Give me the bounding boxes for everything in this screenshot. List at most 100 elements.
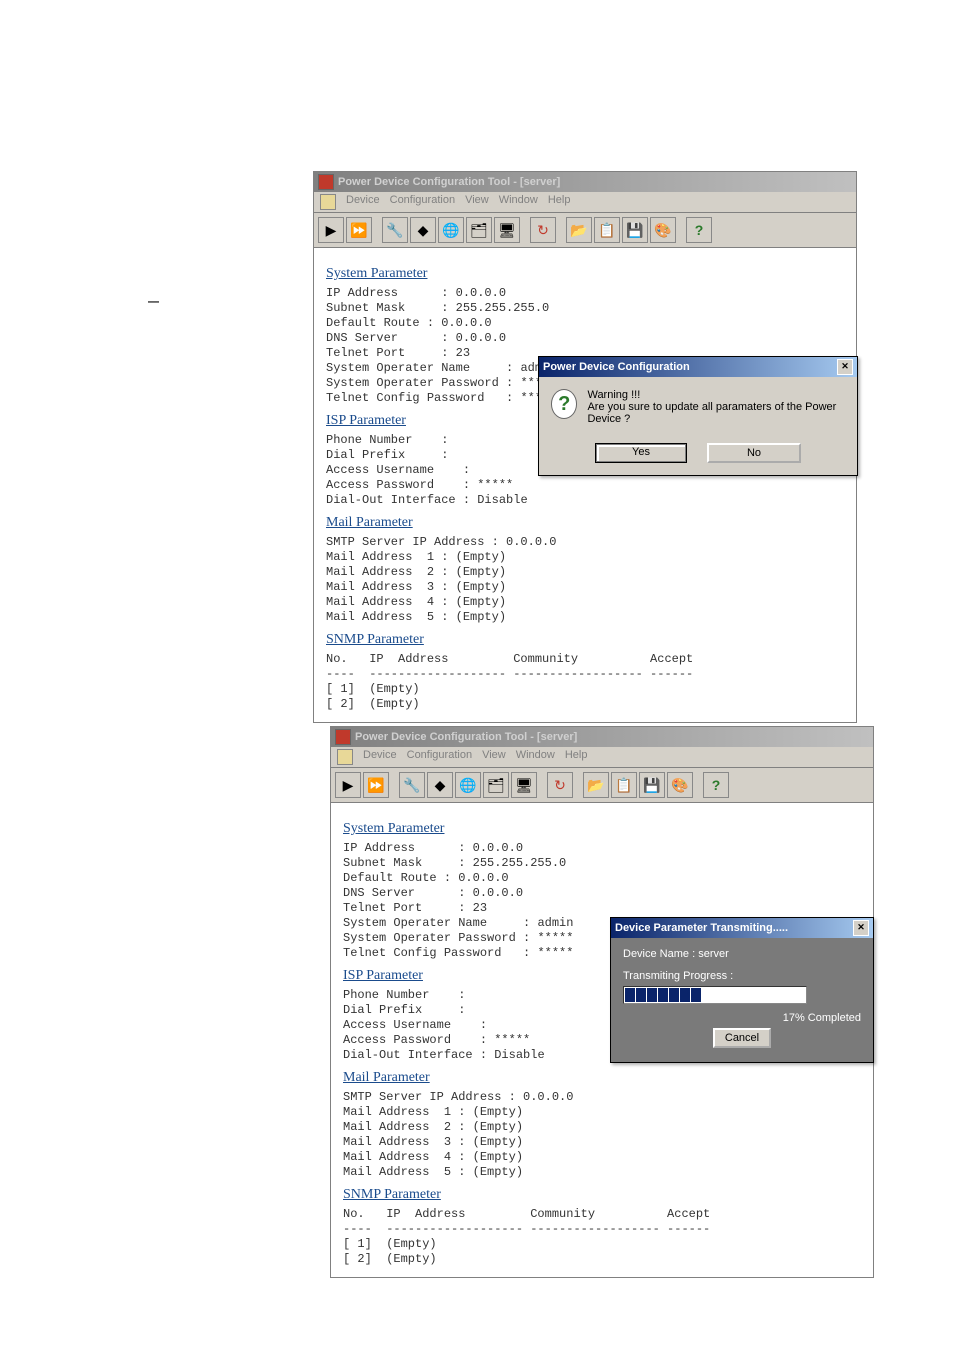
progress-label: Transmiting Progress : — [623, 970, 861, 982]
section-snmp: SNMP Parameter — [343, 1187, 861, 1203]
snmp-header: No. IP Address Community Accept — [343, 1207, 861, 1221]
question-icon: ? — [551, 389, 577, 419]
dialog-titlebar[interactable]: Device Parameter Transmiting..... ✕ — [611, 918, 873, 938]
toolbar-sep — [678, 218, 684, 242]
toolbar-sep — [558, 218, 564, 242]
menu-help[interactable]: Help — [565, 749, 588, 765]
subnet-row: Subnet Mask : 255.255.255.0 — [343, 856, 861, 870]
menu-device[interactable]: Device — [363, 749, 397, 765]
dialog-title: Device Parameter Transmiting..... — [615, 922, 788, 934]
toolbar-btn-5[interactable]: 🌐 — [438, 217, 464, 243]
toolbar-btn-5[interactable]: 🌐 — [455, 772, 481, 798]
snmp-row-2: [ 2] (Empty) — [326, 697, 844, 711]
help-icon[interactable]: ? — [686, 217, 712, 243]
device-name-line: Device Name : server — [623, 948, 861, 960]
help-icon[interactable]: ? — [703, 772, 729, 798]
menu-configuration[interactable]: Configuration — [390, 194, 455, 210]
dial-row: Dial-Out Interface : Disable — [326, 493, 844, 507]
close-icon[interactable]: ✕ — [853, 920, 869, 936]
menu-view[interactable]: View — [482, 749, 506, 765]
snmp-divider: ---- ------------------- ---------------… — [343, 1222, 861, 1236]
menu-view[interactable]: View — [465, 194, 489, 210]
section-mail: Mail Parameter — [343, 1070, 861, 1086]
palette-icon[interactable]: 🎨 — [667, 772, 693, 798]
clipboard-icon[interactable]: 📋 — [611, 772, 637, 798]
toolbar-btn-3[interactable]: 🔧 — [399, 772, 425, 798]
snmp-row-1: [ 1] (Empty) — [326, 682, 844, 696]
yes-button[interactable]: Yes — [595, 443, 687, 463]
save-icon[interactable]: 💾 — [639, 772, 665, 798]
mail3-row: Mail Address 3 : (Empty) — [326, 580, 844, 594]
toolbar: ▶ ⏩ 🔧 ◆ 🌐 🗂 🖥 ↻ 📂 📋 💾 🎨 ? — [331, 768, 873, 803]
telnet-row: Telnet Port : 23 — [343, 901, 861, 915]
mail5-row: Mail Address 5 : (Empty) — [343, 1165, 861, 1179]
app-icon — [335, 729, 351, 745]
pass-row: Access Password : ***** — [326, 478, 844, 492]
toolbar-sep — [374, 218, 380, 242]
toolbar-btn-1[interactable]: ▶ — [335, 772, 361, 798]
mail4-row: Mail Address 4 : (Empty) — [343, 1150, 861, 1164]
save-icon[interactable]: 💾 — [622, 217, 648, 243]
section-mail: Mail Parameter — [326, 515, 844, 531]
toolbar-btn-7[interactable]: 🖥 — [494, 217, 520, 243]
route-row: Default Route : 0.0.0.0 — [326, 316, 844, 330]
dialog-message: Are you sure to update all paramaters of… — [587, 401, 845, 425]
toolbar-btn-4[interactable]: ◆ — [427, 772, 453, 798]
mail2-row: Mail Address 2 : (Empty) — [343, 1120, 861, 1134]
open-icon[interactable]: 📂 — [583, 772, 609, 798]
dns-row: DNS Server : 0.0.0.0 — [326, 331, 844, 345]
snmp-row-2: [ 2] (Empty) — [343, 1252, 861, 1266]
refresh-icon[interactable]: ↻ — [547, 772, 573, 798]
confirm-dialog: Power Device Configuration ✕ ? Warning !… — [538, 356, 858, 476]
window-titlebar[interactable]: Power Device Configuration Tool - [serve… — [331, 727, 873, 747]
dash: — — [148, 296, 159, 308]
window-titlebar[interactable]: Power Device Configuration Tool - [serve… — [314, 172, 856, 192]
menubar: Device Configuration View Window Help — [314, 192, 856, 213]
window-title: Power Device Configuration Tool - [serve… — [355, 731, 577, 743]
submenu-icon — [337, 749, 353, 765]
section-snmp: SNMP Parameter — [326, 632, 844, 648]
snmp-divider: ---- ------------------- ---------------… — [326, 667, 844, 681]
progress-dialog: Device Parameter Transmiting..... ✕ Devi… — [610, 917, 874, 1063]
section-system: System Parameter — [326, 266, 844, 282]
dns-row: DNS Server : 0.0.0.0 — [343, 886, 861, 900]
toolbar: ▶ ⏩ 🔧 ◆ 🌐 🗂 🖥 ↻ 📂 📋 💾 🎨 ? — [314, 213, 856, 248]
mail1-row: Mail Address 1 : (Empty) — [326, 550, 844, 564]
menu-device[interactable]: Device — [346, 194, 380, 210]
menu-window[interactable]: Window — [499, 194, 538, 210]
mail4-row: Mail Address 4 : (Empty) — [326, 595, 844, 609]
dialog-titlebar[interactable]: Power Device Configuration ✕ — [539, 357, 857, 377]
toolbar-btn-2[interactable]: ⏩ — [363, 772, 389, 798]
toolbar-sep — [539, 773, 545, 797]
ip-row: IP Address : 0.0.0.0 — [326, 286, 844, 300]
toolbar-btn-1[interactable]: ▶ — [318, 217, 344, 243]
route-row: Default Route : 0.0.0.0 — [343, 871, 861, 885]
refresh-icon[interactable]: ↻ — [530, 217, 556, 243]
menu-window[interactable]: Window — [516, 749, 555, 765]
mail1-row: Mail Address 1 : (Empty) — [343, 1105, 861, 1119]
mail2-row: Mail Address 2 : (Empty) — [326, 565, 844, 579]
toolbar-btn-7[interactable]: 🖥 — [511, 772, 537, 798]
mail3-row: Mail Address 3 : (Empty) — [343, 1135, 861, 1149]
cancel-button[interactable]: Cancel — [713, 1028, 771, 1048]
smtp-row: SMTP Server IP Address : 0.0.0.0 — [343, 1090, 861, 1104]
open-icon[interactable]: 📂 — [566, 217, 592, 243]
dialog-title: Power Device Configuration — [543, 361, 690, 373]
no-button[interactable]: No — [707, 443, 801, 463]
clipboard-icon[interactable]: 📋 — [594, 217, 620, 243]
smtp-row: SMTP Server IP Address : 0.0.0.0 — [326, 535, 844, 549]
palette-icon[interactable]: 🎨 — [650, 217, 676, 243]
menu-configuration[interactable]: Configuration — [407, 749, 472, 765]
toolbar-btn-2[interactable]: ⏩ — [346, 217, 372, 243]
app-icon — [318, 174, 334, 190]
toolbar-sep — [575, 773, 581, 797]
toolbar-btn-6[interactable]: 🗂 — [466, 217, 492, 243]
close-icon[interactable]: ✕ — [837, 359, 853, 375]
snmp-row-1: [ 1] (Empty) — [343, 1237, 861, 1251]
toolbar-btn-3[interactable]: 🔧 — [382, 217, 408, 243]
menubar: Device Configuration View Window Help — [331, 747, 873, 768]
menu-help[interactable]: Help — [548, 194, 571, 210]
snmp-header: No. IP Address Community Accept — [326, 652, 844, 666]
toolbar-btn-6[interactable]: 🗂 — [483, 772, 509, 798]
toolbar-btn-4[interactable]: ◆ — [410, 217, 436, 243]
